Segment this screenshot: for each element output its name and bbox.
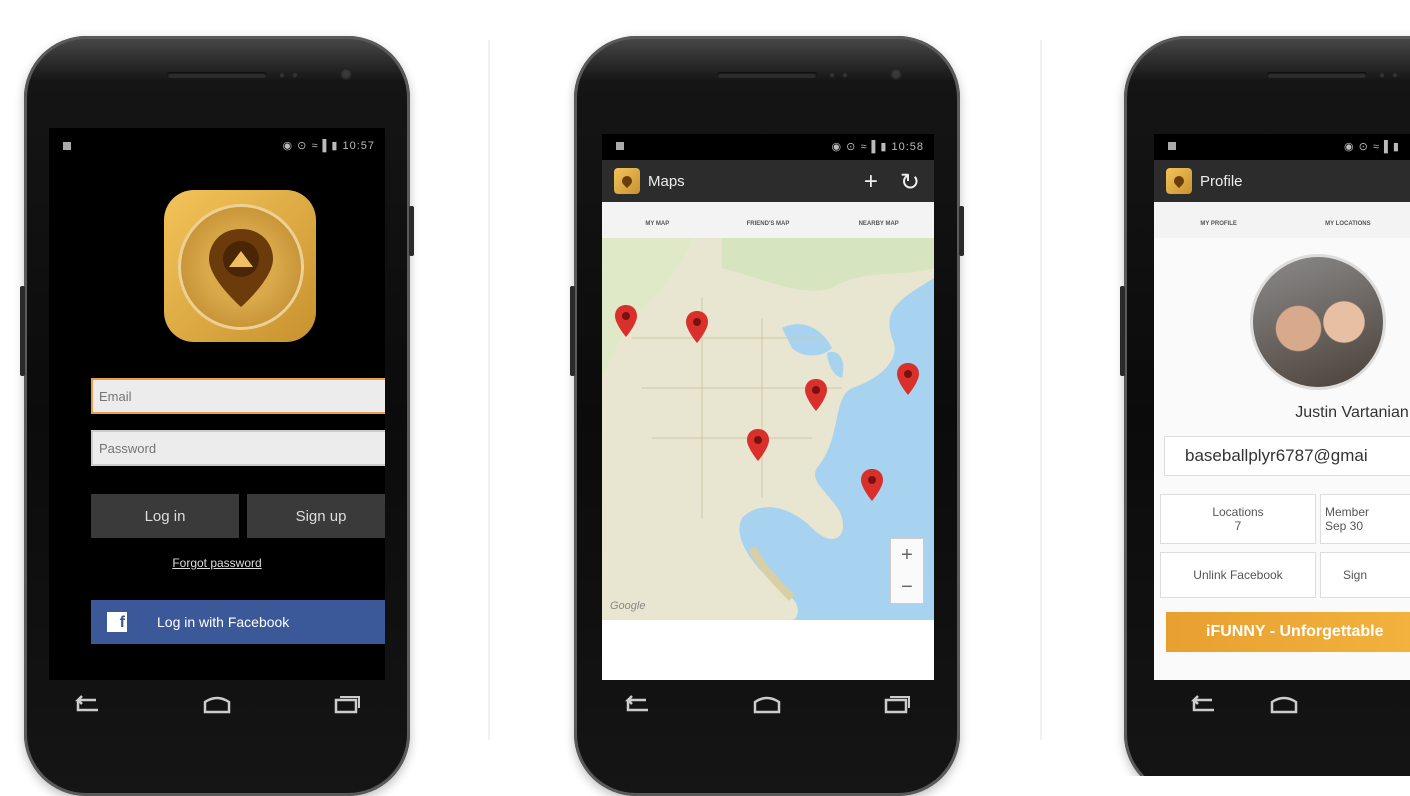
sign-out-button[interactable]: Sign (1320, 552, 1410, 598)
status-right: ◉ ⊙ ≈▐ ▮ (1344, 140, 1400, 153)
status-bar: ◉ ⊙ ≈▐ ▮ (1154, 134, 1410, 160)
locations-card[interactable]: Locations 7 (1160, 494, 1316, 544)
status-indicators: ◉ ⊙ ≈▐ ▮ (1344, 141, 1400, 153)
unlink-facebook-button[interactable]: Unlink Facebook (1160, 552, 1316, 598)
ad-banner-text: iFUNNY - Unforgettable (1206, 623, 1384, 640)
map-pin-icon (1171, 173, 1187, 189)
phone-profile: ● ● ◉ ⊙ ≈▐ ▮ Profile MY PROFILE MY LOCAT… (1120, 36, 1410, 776)
avatar[interactable] (1250, 254, 1386, 390)
profile-screen: ◉ ⊙ ≈▐ ▮ Profile MY PROFILE MY LOCATIONS… (1154, 134, 1410, 680)
locations-label: Locations (1212, 505, 1264, 519)
page-title: Profile (1200, 172, 1243, 190)
home-icon[interactable] (1264, 690, 1304, 720)
crop-frame: ● ● ◉ ⊙ ≈▐ ▮ Profile MY PROFILE MY LOCAT… (0, 0, 1410, 776)
sign-out-label: Sign (1343, 568, 1368, 582)
action-bar: Profile (1154, 160, 1410, 202)
sensor-dots: ● ● (1379, 70, 1400, 81)
member-label: Member (1325, 505, 1370, 519)
notification-icon (1168, 142, 1176, 150)
ad-banner[interactable]: iFUNNY - Unforgettable (1166, 612, 1410, 652)
member-value: Sep 30 (1325, 519, 1364, 533)
tab-label: MY LOCATIONS (1325, 221, 1371, 227)
locations-value: 7 (1234, 519, 1242, 533)
speaker-grille (1267, 72, 1367, 78)
profile-name: Justin Vartanian (1295, 404, 1409, 421)
member-card[interactable]: Member Sep 30 (1320, 494, 1410, 544)
profile-content: Justin Vartanian baseballplyr6787@gmai L… (1154, 238, 1410, 680)
back-icon[interactable] (1184, 690, 1224, 720)
app-icon[interactable] (1166, 168, 1192, 194)
profile-email: baseballplyr6787@gmai (1164, 436, 1410, 476)
power-button (1120, 286, 1125, 376)
unlink-facebook-label: Unlink Facebook (1193, 568, 1283, 582)
android-nav-bar (1124, 670, 1410, 740)
tab-label: MY PROFILE (1200, 221, 1237, 227)
